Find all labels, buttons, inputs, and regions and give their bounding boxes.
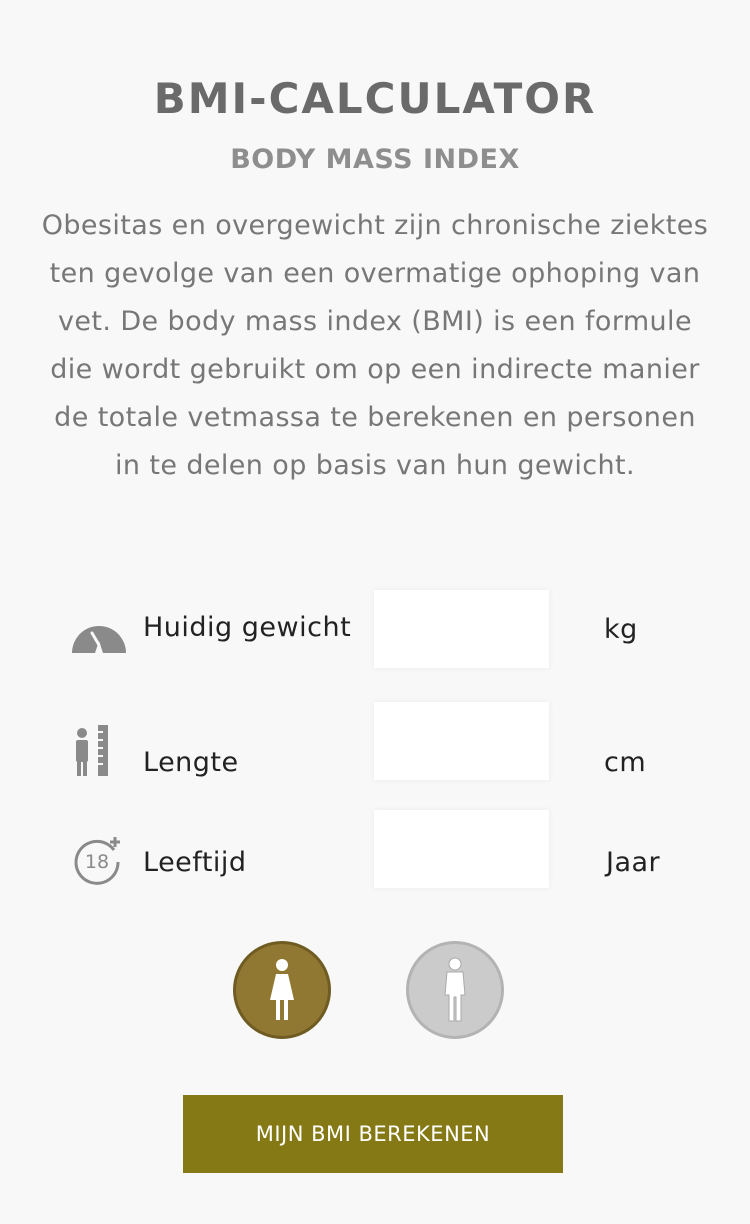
weight-row: Huidig gewicht kg: [0, 590, 750, 670]
height-ruler-icon: [70, 722, 128, 780]
age-unit: Jaar: [606, 847, 661, 878]
age-row: 18 Leeftijd Jaar: [0, 810, 750, 890]
gender-male-button[interactable]: [406, 941, 504, 1039]
svg-text:18: 18: [85, 851, 109, 873]
height-unit: cm: [604, 747, 647, 778]
intro-description: Obesitas en overgewicht zijn chronische …: [41, 210, 709, 481]
weight-input[interactable]: [374, 590, 549, 668]
male-icon: [440, 957, 470, 1023]
height-label: Lengte: [143, 747, 239, 778]
weight-unit: kg: [604, 614, 638, 645]
age-18-plus-icon: 18: [70, 832, 128, 890]
age-input[interactable]: [374, 810, 549, 888]
page-subtitle: BODY MASS INDEX: [230, 144, 520, 175]
speedometer-icon: [70, 601, 128, 659]
height-input[interactable]: [374, 702, 549, 780]
age-label: Leeftijd: [143, 847, 247, 878]
weight-label: Huidig gewicht: [143, 612, 352, 643]
female-icon: [267, 958, 297, 1022]
calculate-bmi-button[interactable]: MIJN BMI BEREKENEN: [183, 1095, 563, 1173]
height-row: Lengte cm: [0, 702, 750, 782]
page-title: BMI-CALCULATOR: [153, 74, 597, 123]
gender-female-button[interactable]: [233, 941, 331, 1039]
